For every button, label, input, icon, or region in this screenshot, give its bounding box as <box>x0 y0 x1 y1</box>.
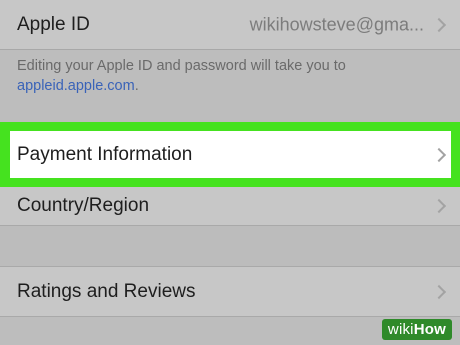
chevron-right-icon <box>431 147 447 162</box>
footer-text: Editing your Apple ID and password will … <box>17 58 346 74</box>
payment-information-label: Payment Information <box>17 143 193 165</box>
watermark-prefix: wiki <box>387 321 414 338</box>
chevron-right-icon <box>431 17 447 32</box>
footer-suffix: . <box>134 78 139 94</box>
watermark-suffix: How <box>413 321 446 338</box>
appleid-link[interactable]: appleid.apple.com <box>17 78 135 94</box>
apple-id-footer-note: Editing your Apple ID and password will … <box>17 56 437 96</box>
apple-id-row[interactable]: Apple ID wikihowsteve@gma... <box>0 0 460 50</box>
ratings-reviews-label: Ratings and Reviews <box>17 280 196 302</box>
ratings-reviews-row[interactable]: Ratings and Reviews <box>0 267 460 317</box>
apple-id-label: Apple ID <box>17 13 90 35</box>
payment-information-row[interactable]: Payment Information <box>10 131 451 178</box>
chevron-right-icon <box>431 198 447 214</box>
section-gap <box>0 225 460 267</box>
apple-id-value: wikihowsteve@gma... <box>249 14 424 34</box>
settings-screen: Apple ID wikihowsteve@gma... Editing you… <box>0 0 460 345</box>
chevron-right-icon <box>431 284 447 299</box>
country-region-row[interactable]: Country/Region <box>0 187 460 225</box>
country-region-label: Country/Region <box>17 195 150 216</box>
wikihow-watermark: wikiHow <box>381 319 452 340</box>
